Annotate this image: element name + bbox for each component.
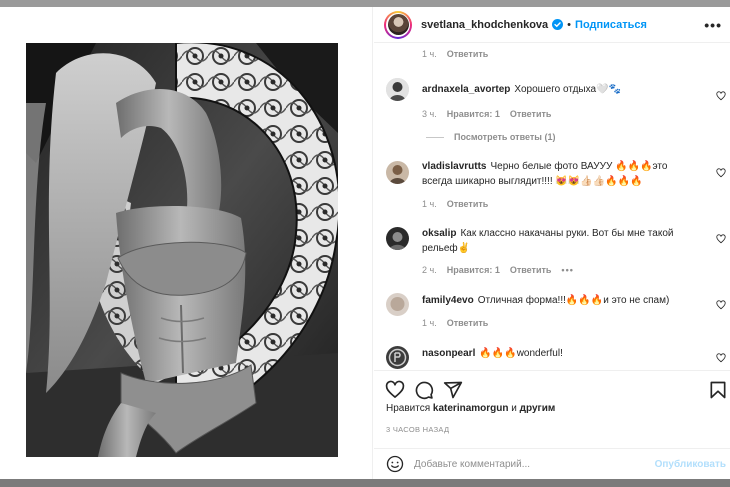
likes-user-link[interactable]: katerinamorgun	[433, 403, 509, 414]
author-username[interactable]: svetlana_khodchenkova	[421, 19, 548, 31]
heart-icon[interactable]	[716, 300, 726, 310]
comment-time: 1 ч.	[422, 318, 437, 328]
comment-text: oksalip Как классно накачаны руки. Вот бы…	[422, 226, 682, 256]
comment-body: 🔥🔥🔥wonderful!	[479, 348, 563, 359]
view-replies-label: Посмотреть ответы (1)	[454, 132, 556, 142]
share-icon[interactable]	[443, 380, 463, 400]
avatar-image	[386, 346, 409, 369]
comment-time: 1 ч.	[422, 199, 437, 209]
background-overlay-top	[0, 0, 730, 7]
heart-icon[interactable]	[716, 353, 726, 363]
post-photo[interactable]	[26, 43, 338, 457]
comment-text: family4evo Отличная форма!!!🔥🔥🔥и это не с…	[422, 293, 682, 308]
instagram-post-modal: svetlana_khodchenkova • Подписаться ••• …	[0, 0, 730, 487]
verified-badge-icon	[552, 19, 564, 30]
comment-username[interactable]: family4evo	[422, 295, 474, 306]
avatar-image	[386, 161, 409, 184]
like-heart-icon[interactable]	[385, 380, 405, 400]
comment-likes[interactable]: Нравится: 1	[447, 265, 500, 275]
replies-divider	[426, 136, 444, 138]
bookmark-icon[interactable]	[708, 380, 728, 400]
heart-icon[interactable]	[716, 91, 726, 101]
reply-button[interactable]: Ответить	[447, 199, 489, 209]
author-avatar[interactable]	[384, 10, 412, 39]
photo-illustration	[26, 43, 338, 457]
view-replies-button[interactable]: Посмотреть ответы (1)	[426, 132, 555, 142]
avatar-image	[387, 14, 409, 35]
header-separator: •	[567, 18, 572, 31]
heart-icon[interactable]	[716, 234, 726, 244]
comment-time: 1 ч.	[422, 49, 437, 59]
emoji-icon[interactable]	[386, 455, 404, 473]
comment-body: Отличная форма!!!🔥🔥🔥и это не спам)	[477, 295, 670, 306]
avatar-image	[386, 293, 409, 316]
comment-meta: 1 ч. Ответить	[422, 199, 488, 209]
more-options-icon[interactable]: •••	[704, 17, 722, 33]
add-comment-bar: Опубликовать	[374, 448, 730, 479]
comment-text: nasonpearl 🔥🔥🔥wonderful!	[422, 346, 682, 361]
details-pane: svetlana_khodchenkova • Подписаться ••• …	[374, 7, 730, 479]
comment-body: Хорошего отдыха🤍🐾	[514, 84, 621, 95]
comment-time: 3 ч.	[422, 109, 437, 119]
reply-button[interactable]: Ответить	[447, 318, 489, 328]
media-pane	[0, 7, 373, 479]
reply-button[interactable]: Ответить	[510, 109, 552, 119]
comment-username[interactable]: nasonpearl	[422, 348, 475, 359]
comment-time: 2 ч.	[422, 265, 437, 275]
reply-button[interactable]: Ответить	[447, 49, 489, 59]
comment-username[interactable]: vladislavrutts	[422, 161, 486, 172]
likes-prefix: Нравится	[386, 403, 433, 414]
comment-meta: 1 ч. Ответить	[422, 49, 488, 59]
heart-icon[interactable]	[716, 168, 726, 178]
likes-and: и	[508, 403, 520, 414]
commenter-avatar[interactable]	[386, 161, 409, 184]
likes-summary: Нравится katerinamorgun и другим	[386, 403, 555, 414]
comment-input[interactable]	[414, 458, 644, 470]
post-actions: Нравится katerinamorgun и другим 3 ЧАСОВ…	[374, 370, 730, 448]
comment-meta: 2 ч. Нравится: 1 Ответить •••	[422, 265, 574, 275]
comments-list: 1 ч. Ответить ardnaxela_avortep Хорошего …	[374, 44, 730, 369]
comment-meta: 3 ч. Нравится: 1 Ответить	[422, 109, 551, 119]
comment-icon[interactable]	[414, 380, 434, 400]
comment-username[interactable]: oksalip	[422, 228, 456, 239]
likes-others-link[interactable]: другим	[520, 403, 556, 414]
publish-button[interactable]: Опубликовать	[655, 459, 726, 470]
avatar-image	[386, 227, 409, 250]
follow-button[interactable]: Подписаться	[575, 19, 647, 31]
commenter-avatar[interactable]	[386, 293, 409, 316]
commenter-avatar[interactable]	[386, 346, 409, 369]
comment-more-options-icon[interactable]: •••	[561, 265, 573, 275]
post-header: svetlana_khodchenkova • Подписаться •••	[374, 7, 730, 43]
comment-likes[interactable]: Нравится: 1	[447, 109, 500, 119]
commenter-avatar[interactable]	[386, 227, 409, 250]
reply-button[interactable]: Ответить	[510, 265, 552, 275]
comment-body: Как классно накачаны руки. Вот бы мне та…	[422, 228, 674, 254]
background-overlay-bottom	[0, 479, 730, 487]
commenter-avatar[interactable]	[386, 78, 409, 101]
post-timestamp[interactable]: 3 ЧАСОВ НАЗАД	[386, 425, 449, 434]
comment-username[interactable]: ardnaxela_avortep	[422, 84, 510, 95]
avatar-border	[386, 12, 410, 37]
comment-text: vladislavrutts Черно белые фото ВАУУУ 🔥🔥🔥…	[422, 159, 682, 189]
comment-text: ardnaxela_avortep Хорошего отдыха🤍🐾	[422, 82, 682, 97]
comment-meta: 1 ч. Ответить	[422, 318, 488, 328]
avatar-image	[386, 78, 409, 101]
